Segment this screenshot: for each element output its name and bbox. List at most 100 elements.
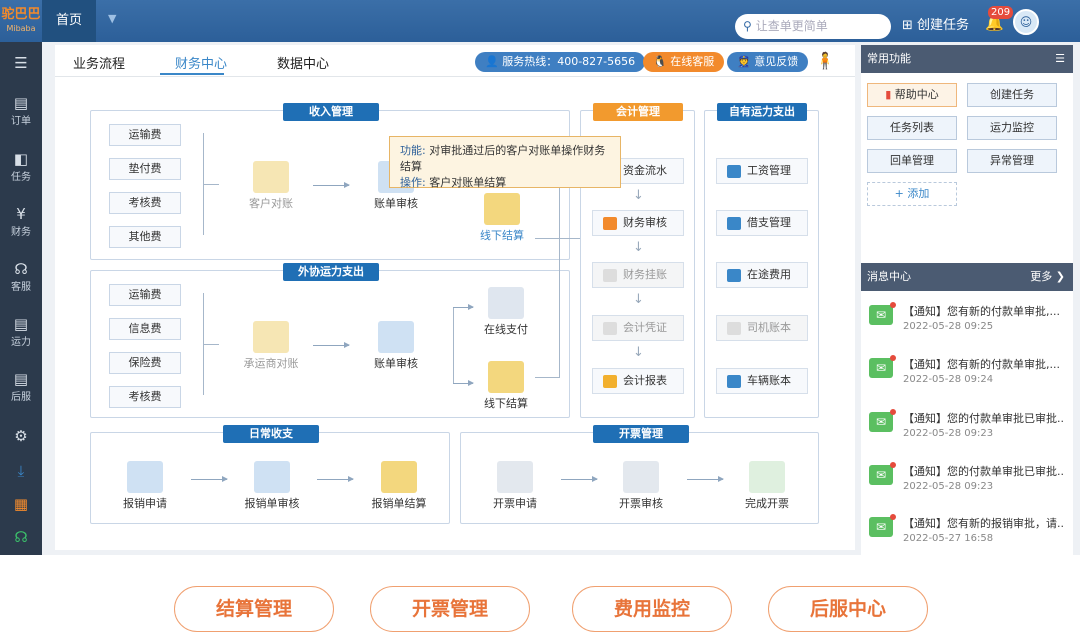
- loan-item[interactable]: 借支管理: [716, 210, 808, 236]
- sidebar-item-grid[interactable]: ▦: [0, 495, 42, 513]
- sidebar-item-orders[interactable]: ▤ 订单: [0, 94, 42, 127]
- message-item[interactable]: ✉ 【通知】您的付款单审批已审批... 2022-05-28 09:23: [861, 400, 1065, 452]
- fee-item[interactable]: 考核费: [109, 192, 181, 214]
- invoice-done-node[interactable]: 完成开票: [735, 461, 799, 511]
- more-link[interactable]: 更多 ❯: [1030, 263, 1065, 291]
- receipt-manage-button[interactable]: 回单管理: [867, 149, 957, 173]
- finance-ledger-item[interactable]: 财务挂账: [592, 262, 684, 288]
- customer-reconcile-node[interactable]: 客户对账: [241, 161, 301, 211]
- logo: 驼巴巴 Mibaba: [1, 7, 41, 34]
- fee-item[interactable]: 考核费: [109, 386, 181, 408]
- service-hotline[interactable]: 👤 服务热线：400-827-5656: [475, 52, 646, 72]
- fee-item[interactable]: 垫付费: [109, 158, 181, 180]
- flow-arrow: [687, 476, 724, 482]
- fee-item[interactable]: 其他费: [109, 226, 181, 248]
- chevron-down-icon[interactable]: ▼: [108, 12, 116, 25]
- expense-settle-node[interactable]: 报销单结算: [363, 461, 435, 511]
- sidebar-item-transport[interactable]: ▤ 运力: [0, 315, 42, 348]
- offline-settle-node[interactable]: 线下结算: [473, 193, 531, 243]
- node-label: 客户对账: [249, 197, 293, 210]
- transport-icon: ▤: [13, 315, 29, 333]
- bracket-line: [203, 184, 219, 185]
- mail-icon: ✉: [869, 412, 893, 432]
- tab-business-flow[interactable]: 业务流程: [73, 53, 125, 72]
- active-tab-underline: [160, 73, 224, 75]
- invoice-panel: 开票管理 开票申请 开票审核 完成开票: [460, 425, 819, 524]
- salary-icon: [727, 164, 741, 178]
- sidebar-item-after-service[interactable]: ▤ 后服: [0, 370, 42, 403]
- tab-data-center[interactable]: 数据中心: [277, 53, 329, 72]
- report-item[interactable]: 会计报表: [592, 368, 684, 394]
- voucher-item[interactable]: 会计凭证: [592, 315, 684, 341]
- vehicle-book-item[interactable]: 车辆账本: [716, 368, 808, 394]
- help-center-button[interactable]: ▮ 帮助中心: [867, 83, 957, 107]
- check-icon: [749, 461, 785, 493]
- carrier-reconcile-node[interactable]: 承运商对账: [231, 321, 311, 371]
- sidebar-item-service[interactable]: ☊ 客服: [0, 260, 42, 293]
- home-tab[interactable]: 首页: [42, 0, 96, 42]
- app-window: 驼巴巴 Mibaba 首页 ▼ ⚲ 让查单更简单 ⊞ 创建任务 🔔 209 ☺ ☰ …: [0, 0, 1080, 555]
- add-quick-button[interactable]: + 添加: [867, 182, 957, 206]
- item-label: 资金流水: [623, 164, 667, 177]
- sidebar-item-finance[interactable]: ¥ 财务: [0, 205, 42, 238]
- fee-item[interactable]: 信息费: [109, 318, 181, 340]
- task-list-button[interactable]: 任务列表: [867, 116, 957, 140]
- driver-book-item[interactable]: 司机账本: [716, 315, 808, 341]
- voucher-icon: [603, 321, 617, 335]
- node-label: 账单审核: [374, 357, 418, 370]
- message-title: 消息中心: [867, 270, 911, 283]
- node-label: 账单审核: [374, 197, 418, 210]
- message-item[interactable]: ✉ 【通知】您有新的付款单审批,... 2022-05-28 09:24: [861, 346, 1065, 398]
- connector-line: [535, 238, 580, 239]
- message-date: 2022-05-27 16:58: [903, 533, 994, 544]
- list-icon[interactable]: ☰: [1055, 45, 1065, 73]
- invoice-review-node[interactable]: 开票审核: [609, 461, 673, 511]
- finance-review-item[interactable]: 财务审核: [592, 210, 684, 236]
- exception-manage-button[interactable]: 异常管理: [967, 149, 1057, 173]
- create-task-quick-button[interactable]: 创建任务: [967, 83, 1057, 107]
- bar-chart-icon: [603, 374, 617, 388]
- online-service-button[interactable]: 🐧 在线客服: [643, 52, 725, 72]
- sidebar-item-menu[interactable]: ☰: [0, 54, 42, 72]
- chat-icon: 🐧: [653, 55, 667, 68]
- sidebar-item-download[interactable]: ⤓: [0, 462, 42, 480]
- fee-item[interactable]: 保险费: [109, 352, 181, 374]
- cost-monitor-button[interactable]: 费用监控: [572, 586, 732, 632]
- sidebar-item-settings[interactable]: ⚙: [0, 427, 42, 445]
- transport-monitor-button[interactable]: 运力监控: [967, 116, 1057, 140]
- search-icon: ⚲: [743, 19, 752, 33]
- sidebar-item-tasks[interactable]: ◧ 任务: [0, 150, 42, 183]
- bill-review-node[interactable]: 账单审核: [366, 321, 426, 371]
- expense-review-node[interactable]: 报销单审核: [236, 461, 308, 511]
- panel-title: 收入管理: [283, 103, 379, 121]
- down-arrow: ↓: [633, 292, 644, 307]
- transit-cost-item[interactable]: 在途费用: [716, 262, 808, 288]
- feedback-label: 意见反馈: [754, 55, 799, 68]
- avatar[interactable]: ☺: [1013, 9, 1039, 35]
- invoice-button[interactable]: 开票管理: [370, 586, 530, 632]
- message-item[interactable]: ✉ 【通知】您有新的付款单审批,... 2022-05-28 09:25: [861, 293, 1065, 345]
- panel-title: 外协运力支出: [283, 263, 379, 281]
- settlement-button[interactable]: 结算管理: [174, 586, 334, 632]
- tooltip: 功能: 对审批通过后的客户对账单操作财务结算 操作: 客户对账单结算: [389, 136, 621, 189]
- tab-finance-center[interactable]: 财务中心: [175, 53, 227, 72]
- invoice-apply-node[interactable]: 开票申请: [483, 461, 547, 511]
- salary-item[interactable]: 工资管理: [716, 158, 808, 184]
- online-pay-node[interactable]: 在线支付: [476, 287, 536, 337]
- after-service-button[interactable]: 后服中心: [768, 586, 928, 632]
- sidebar-item-headset[interactable]: ☊: [0, 528, 42, 546]
- search-input[interactable]: ⚲ 让查单更简单: [735, 14, 891, 39]
- expense-apply-node[interactable]: 报销申请: [113, 461, 177, 511]
- card-icon: [488, 287, 524, 319]
- fee-item[interactable]: 运输费: [109, 284, 181, 306]
- offline-settle-node[interactable]: 线下结算: [476, 361, 536, 411]
- fee-item[interactable]: 运输费: [109, 124, 181, 146]
- create-task-button[interactable]: ⊞ 创建任务: [902, 14, 969, 33]
- item-label: 工资管理: [747, 164, 791, 177]
- message-item[interactable]: ✉ 【通知】您有新的报销审批，请... 2022-05-27 16:58: [861, 505, 1065, 555]
- daily-panel: 日常收支 报销申请 报销单审核 报销单结算: [90, 425, 450, 524]
- feedback-button[interactable]: 👮 意见反馈: [727, 52, 809, 72]
- sidebar-label: 客服: [11, 282, 31, 293]
- message-item[interactable]: ✉ 【通知】您的付款单审批已审批... 2022-05-28 09:23: [861, 453, 1065, 505]
- node-label: 承运商对账: [243, 357, 299, 370]
